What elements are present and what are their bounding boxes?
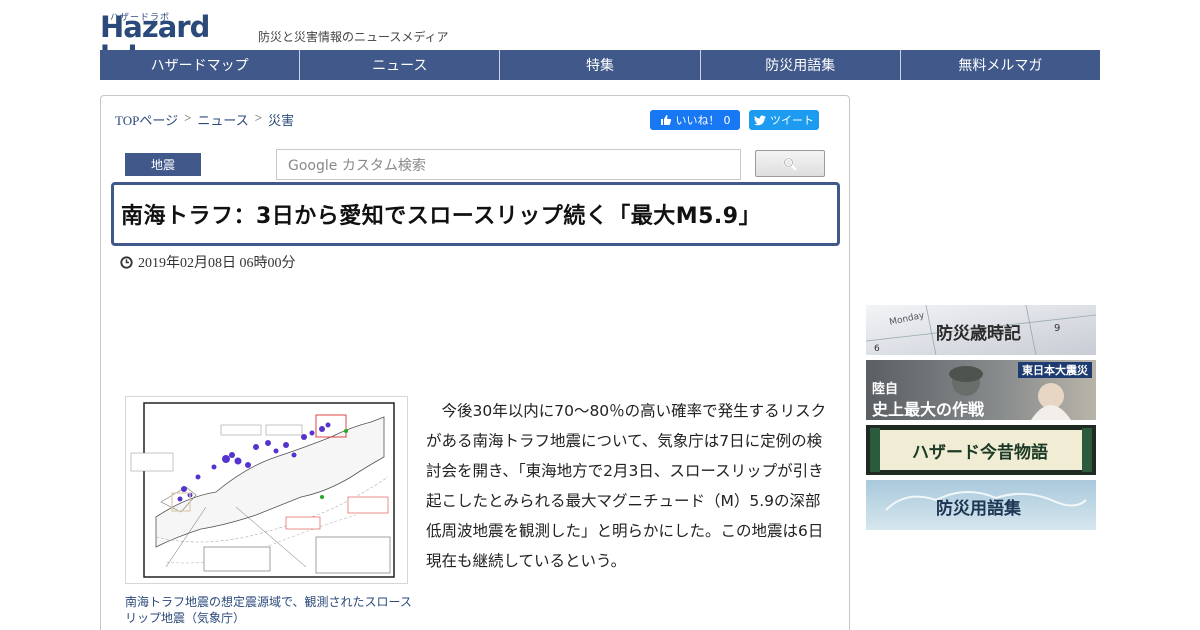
banner-bousai-yougoshuu[interactable]: 防災用語集 xyxy=(866,480,1096,530)
breadcrumb-disaster[interactable]: 災害 xyxy=(268,110,294,129)
nav-item-glossary[interactable]: 防災用語集 xyxy=(701,50,901,80)
twitter-bird-icon xyxy=(754,115,766,125)
article-panel: TOPページ > ニュース > 災害 いいね！ 0 ツイート 地震 Google… xyxy=(100,95,850,630)
breadcrumb-separator: > xyxy=(254,110,263,125)
nav-item-features[interactable]: 特集 xyxy=(500,50,701,80)
slow-slip-map-image xyxy=(130,402,395,578)
search-icon xyxy=(783,157,797,171)
site-logo[interactable]: ハザードラボ Hazard lab xyxy=(100,8,250,72)
main-nav: ハザードマップ ニュース 特集 防災用語集 無料メルマガ xyxy=(100,50,1100,80)
category-badge[interactable]: 地震 xyxy=(125,153,201,176)
site-tagline: 防災と災害情報のニュースメディア xyxy=(258,30,449,44)
banner-bousai-yougoshuu-label: 防災用語集 xyxy=(936,499,1021,519)
breadcrumb: TOPページ > ニュース > 災害 xyxy=(115,110,294,129)
svg-text:9: 9 xyxy=(1054,323,1060,334)
breadcrumb-news[interactable]: ニュース xyxy=(197,110,248,129)
tweet-button[interactable]: ツイート xyxy=(749,110,819,130)
svg-text:6: 6 xyxy=(874,344,880,354)
like-count: 0 xyxy=(723,113,731,127)
article-title: 南海トラフ：3日から愛知でスロースリップ続く「最大M5.9」 xyxy=(121,204,762,229)
banner-rikuji[interactable]: 東日本大震災 陸自 史上最大の作戦 xyxy=(866,360,1096,420)
breadcrumb-separator: > xyxy=(184,110,192,125)
banner-bousai-saijiki[interactable]: Monday 9 6 防災歳時記 xyxy=(866,305,1096,355)
search-input[interactable]: Google カスタム検索 xyxy=(276,149,741,180)
article-body: 今後30年以内に70〜80％の高い確率で発生するリスクがある南海トラフ地震につい… xyxy=(426,402,827,570)
article-photo[interactable] xyxy=(125,396,408,584)
thumbs-up-icon xyxy=(660,115,671,125)
banner-rikuji-line1: 陸自 xyxy=(872,382,899,397)
banner-hazard-konjaku[interactable]: ハザード今昔物語 xyxy=(866,425,1096,475)
like-label: いいね！ xyxy=(675,114,720,127)
banner-rikuji-tag: 東日本大震災 xyxy=(1018,362,1092,378)
nav-item-hazard-map[interactable]: ハザードマップ xyxy=(100,50,301,80)
clock-icon xyxy=(120,255,133,269)
facebook-like-button[interactable]: いいね！ 0 xyxy=(650,110,740,130)
date-text: 2019年02月08日 06時00分 xyxy=(138,256,296,271)
banner-hazard-konjaku-label: ハザード今昔物語 xyxy=(912,443,1048,463)
nav-item-newsletter[interactable]: 無料メルマガ xyxy=(901,50,1100,80)
article-title-box: 南海トラフ：3日から愛知でスロースリップ続く「最大M5.9」 xyxy=(111,182,840,246)
search-button[interactable] xyxy=(755,150,825,177)
nav-item-news[interactable]: ニュース xyxy=(300,50,501,80)
photo-caption: 南海トラフ地震の想定震源域で、観測されたスロースリップ地震（気象庁） xyxy=(125,595,412,625)
breadcrumb-home[interactable]: TOPページ xyxy=(115,110,178,129)
banner-bousai-saijiki-label: 防災歳時記 xyxy=(936,324,1021,344)
social-buttons: いいね！ 0 ツイート xyxy=(650,110,819,130)
article-date: 2019年02月08日 06時00分 xyxy=(120,252,296,272)
tweet-label: ツイート xyxy=(770,114,814,127)
banner-rikuji-line2: 史上最大の作戦 xyxy=(872,400,985,419)
site-header: ハザードラボ Hazard lab 防災と災害情報のニュースメディア xyxy=(100,8,1100,72)
